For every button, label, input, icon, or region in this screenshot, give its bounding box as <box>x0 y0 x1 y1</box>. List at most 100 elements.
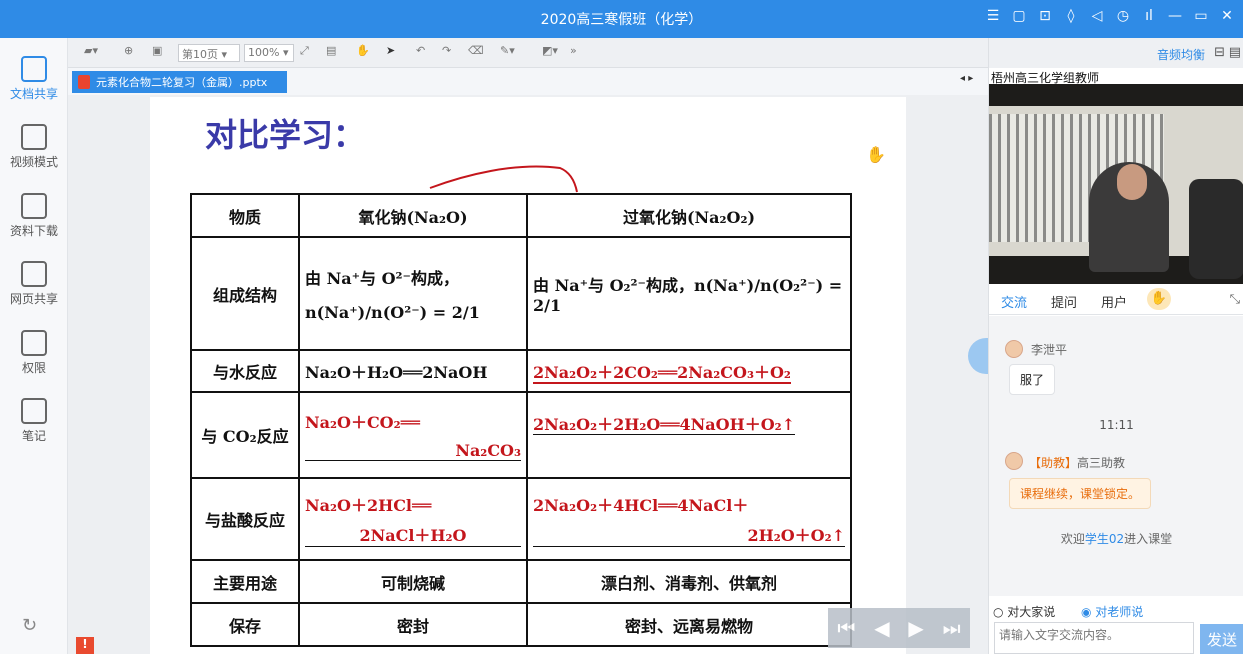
pen-icon[interactable]: ✎▾ <box>500 44 515 62</box>
audio-balance-button[interactable]: 音频均衡 <box>1157 46 1205 63</box>
tab-scroll-arrows[interactable]: ◂ ▸ <box>960 73 973 84</box>
system-prefix: 欢迎 <box>1060 532 1085 546</box>
folder-icon[interactable]: ▰▾ <box>84 44 98 62</box>
video-mode-icon <box>21 124 47 150</box>
raise-hand-icon[interactable]: ✋ <box>1147 288 1171 310</box>
alert-icon[interactable]: ! <box>76 637 94 654</box>
chat-sender: 【助教】高三助教 <box>1029 454 1125 471</box>
row-label: 保存 <box>190 602 300 647</box>
last-page-icon[interactable]: ⏭ <box>943 616 961 640</box>
document-share-icon <box>21 56 47 82</box>
radio-all[interactable]: ○ 对大家说 <box>993 603 1055 620</box>
clock-icon[interactable]: ◷ <box>1115 8 1131 24</box>
tab-users[interactable]: 用户 <box>1101 292 1127 311</box>
table-cell: 由 Na⁺与 O²⁻构成， n(Na⁺)/n(O²⁻) = 2/1 <box>298 236 528 351</box>
restore-icon[interactable]: ▭ <box>1193 8 1209 24</box>
cell-line: 2NaCl＋H₂O <box>305 522 521 547</box>
sidebar-item-video-mode[interactable]: 视频模式 <box>0 124 68 170</box>
chat-input[interactable] <box>994 622 1194 654</box>
right-panel: 音频均衡 ⊟ ▤ 梧州高三化学组教师 交流 提问 用户 ✋ ⤡ 李泄平 服了 1… <box>988 38 1243 654</box>
doc-toolbar: ▰▾ ⊕ ▣ 第10页 ▾ 100% ▾ ⤢ ▤ ✋ ➤ ↶ ↷ ⌫ ✎▾ ◩▾… <box>68 38 988 68</box>
hand-tool-icon[interactable]: ✋ <box>356 44 370 62</box>
pointer-icon[interactable]: ➤ <box>386 44 395 62</box>
microphone-icon[interactable]: ◊ <box>1063 8 1079 24</box>
fit-icon[interactable]: ⤢ <box>300 44 309 62</box>
sidebar-item-label: 网页共享 <box>9 292 58 306</box>
zoom-select[interactable]: 100% ▾ <box>244 44 294 62</box>
chat-message: 课程继续，课堂锁定。 <box>1009 478 1152 509</box>
chat-role: 【助教】 <box>1029 456 1078 470</box>
cell-line: Na₂CO₃ <box>305 441 521 461</box>
next-page-icon[interactable]: ▶ <box>908 616 923 640</box>
chat-time: 11:11 <box>1099 418 1134 432</box>
system-suffix: 进入课堂 <box>1124 532 1173 546</box>
sidebar-item-label: 资料下载 <box>9 224 58 238</box>
table-cell: 漂白剂、消毒剂、供氧剂 <box>526 559 852 604</box>
comparison-table: 物质 氧化钠(Na₂O) 过氧化钠(Na₂O₂) 组成结构 由 Na⁺与 O²⁻… <box>190 193 852 647</box>
table-row: 主要用途 可制烧碱 漂白剂、消毒剂、供氧剂 <box>190 559 852 604</box>
table-cell: Na₂O＋CO₂══ Na₂CO₃ <box>298 391 528 479</box>
more-icon[interactable]: » <box>570 44 577 62</box>
radio-teacher[interactable]: ◉ 对老师说 <box>1081 603 1143 620</box>
table-header: 物质 <box>190 193 300 238</box>
sidebar-item-permission[interactable]: 权限 <box>0 330 68 376</box>
add-page-icon[interactable]: ⊕ <box>124 44 133 62</box>
row-label: 与 CO₂反应 <box>190 391 300 479</box>
shape-icon[interactable]: ◩▾ <box>542 44 558 62</box>
sidebar-item-label: 文档共享 <box>9 87 58 101</box>
eraser-icon[interactable]: ⌫ <box>468 44 484 62</box>
table-row: 组成结构 由 Na⁺与 O²⁻构成， n(Na⁺)/n(O²⁻) = 2/1 由… <box>190 236 852 351</box>
menu-icon[interactable]: ☰ <box>985 8 1001 24</box>
hand-cursor-icon: ✋ <box>866 145 886 164</box>
fullscreen-icon[interactable]: ▤ <box>326 44 336 62</box>
layout-icon[interactable]: ▤ <box>1229 45 1241 60</box>
slide-title: 对比学习： <box>205 116 366 154</box>
tab-question[interactable]: 提问 <box>1051 292 1077 311</box>
table-row: 保存 密封 密封、远离易燃物 <box>190 602 852 647</box>
cell-line: Na₂O＋2HCl══ <box>305 495 432 515</box>
prev-page-icon[interactable]: ◀ <box>874 616 889 640</box>
expand-icon[interactable]: ⤡ <box>1230 292 1240 307</box>
send-button[interactable]: 发送 <box>1200 624 1243 654</box>
video-face <box>1117 164 1147 200</box>
sidebar-item-doc-share[interactable]: 文档共享 <box>0 56 68 102</box>
redo-icon[interactable]: ↷ <box>442 44 451 62</box>
chat-icon[interactable]: ▢ <box>1011 8 1027 24</box>
speaker-icon[interactable]: ◁ <box>1089 8 1105 24</box>
refresh-icon[interactable]: ↻ <box>22 615 37 636</box>
screen-icon[interactable]: ⊟ <box>1214 45 1225 60</box>
tab-chat[interactable]: 交流 <box>1001 292 1027 311</box>
sidebar-item-web-share[interactable]: 网页共享 <box>0 261 68 307</box>
table-cell: 密封 <box>298 602 528 647</box>
undo-icon[interactable]: ↶ <box>416 44 425 62</box>
page-select[interactable]: 第10页 ▾ <box>178 44 240 62</box>
close-icon[interactable]: ✕ <box>1219 8 1235 24</box>
table-row: 与 CO₂反应 Na₂O＋CO₂══ Na₂CO₃ 2Na₂O₂＋2H₂O══4… <box>190 391 852 479</box>
sidebar-item-label: 笔记 <box>21 429 46 443</box>
teacher-video <box>989 84 1243 284</box>
right-tabs: 交流 提问 用户 ✋ ⤡ <box>989 285 1243 315</box>
save-icon[interactable]: ▣ <box>152 44 162 62</box>
minimize-icon[interactable]: — <box>1167 8 1183 24</box>
radio-teacher-label: 对老师说 <box>1095 605 1144 619</box>
table-cell: 2Na₂O₂＋2CO₂══2Na₂CO₃＋O₂ <box>526 349 852 393</box>
permission-icon <box>21 330 47 356</box>
sidebar-item-download[interactable]: 资料下载 <box>0 193 68 239</box>
cell-line: 由 Na⁺与 O²⁻构成， <box>305 269 459 288</box>
right-panel-toolbar: 音频均衡 ⊟ ▤ <box>989 38 1243 68</box>
table-header: 氧化钠(Na₂O) <box>298 193 528 238</box>
table-cell: 2Na₂O₂＋4HCl══4NaCl＋ 2H₂O＋O₂↑ <box>526 477 852 561</box>
table-cell: Na₂O＋H₂O══2NaOH <box>298 349 528 393</box>
chat-target-options: ○ 对大家说 ◉ 对老师说 <box>989 598 1243 622</box>
cell-line: 2Na₂O₂＋4HCl══4NaCl＋ <box>533 495 749 515</box>
red-annotation-stroke <box>429 165 578 193</box>
lock-icon[interactable]: ⊡ <box>1037 8 1053 24</box>
document-tab[interactable]: 元素化合物二轮复习（金属）.pptx <box>72 71 287 93</box>
signal-icon: ıl <box>1145 8 1153 24</box>
cell-line: 2Na₂O₂＋2H₂O══4NaOH＋O₂↑ <box>533 415 796 435</box>
cell-line: 2Na₂O₂＋2CO₂══2Na₂CO₃＋O₂ <box>533 363 791 384</box>
table-cell: 密封、远离易燃物 <box>526 602 852 647</box>
first-page-icon[interactable]: ⏮ <box>837 616 855 640</box>
sidebar-item-note[interactable]: 笔记 <box>0 398 68 444</box>
table-header: 过氧化钠(Na₂O₂) <box>526 193 852 238</box>
